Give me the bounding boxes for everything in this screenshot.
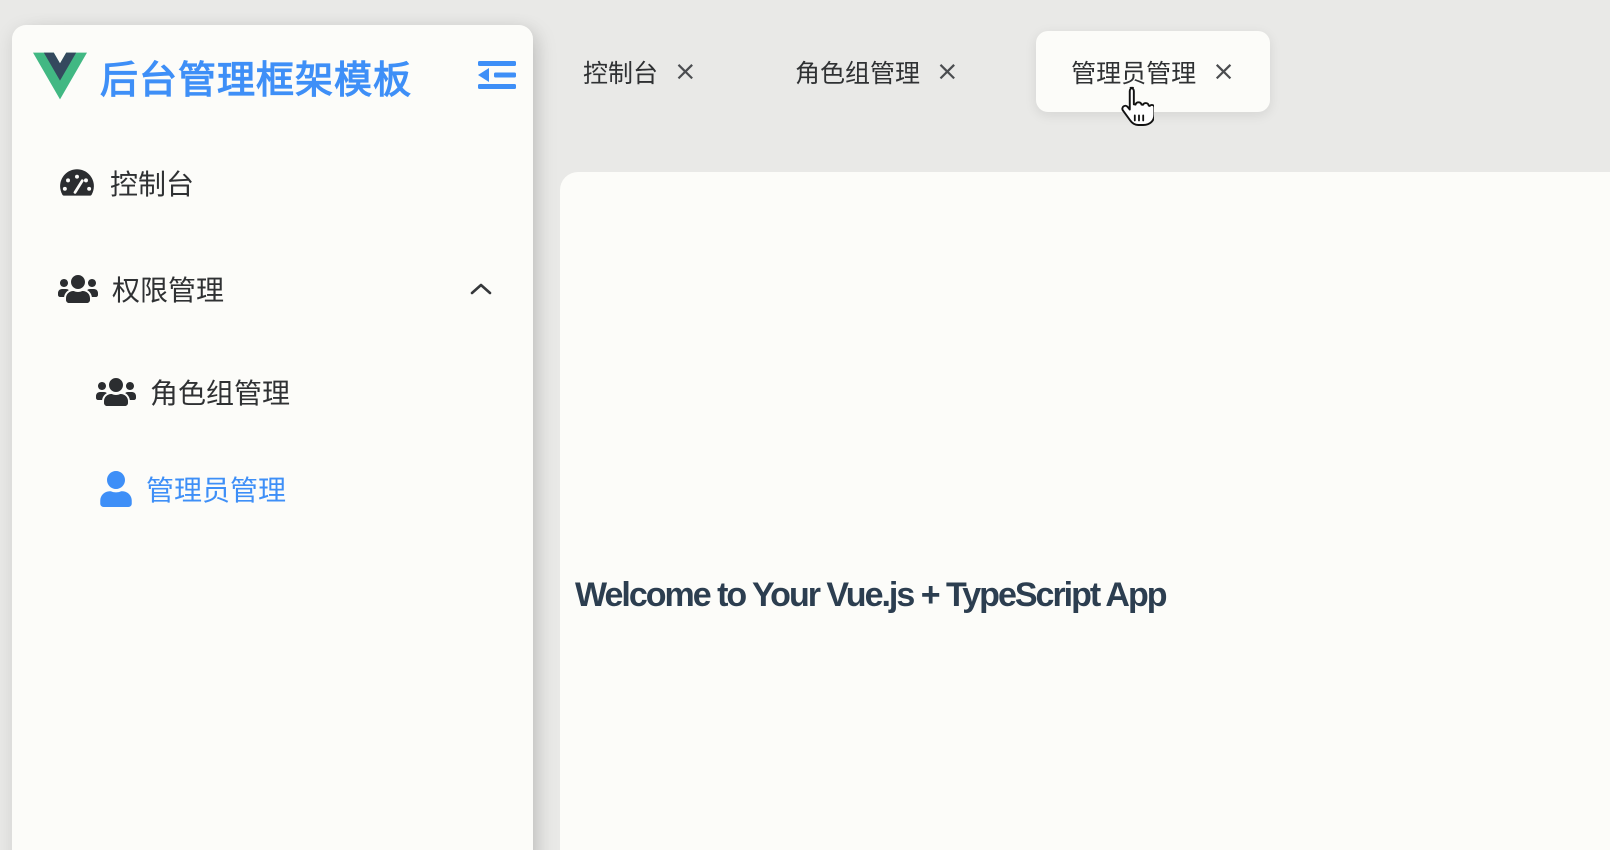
users-icon <box>96 376 136 408</box>
sidebar-item-admins[interactable]: 管理员管理 <box>100 459 533 519</box>
tab-label: 角色组管理 <box>795 59 921 88</box>
chevron-up-icon <box>470 283 492 295</box>
tab-label: 控制台 <box>583 59 659 88</box>
sidebar-collapse-button[interactable] <box>478 61 516 89</box>
sidebar-item-dashboard[interactable]: 控制台 <box>58 153 533 213</box>
app-window: 后台管理框架模板 控制台 权限管理 角色组管理 管理员管理 控制台 × 角色组管… <box>0 0 1610 850</box>
tab-dashboard[interactable]: 控制台 × <box>583 31 697 112</box>
vue-logo-icon <box>33 52 87 100</box>
tab-label: 管理员管理 <box>1071 59 1197 88</box>
sidebar: 后台管理框架模板 控制台 权限管理 角色组管理 管理员管理 <box>12 25 533 850</box>
tab-role-groups[interactable]: 角色组管理 × <box>795 31 959 112</box>
sidebar-item-label: 角色组管理 <box>150 378 291 409</box>
sidebar-item-label: 权限管理 <box>112 275 225 306</box>
sidebar-item-permissions[interactable]: 权限管理 <box>58 259 533 319</box>
sidebar-item-label: 管理员管理 <box>146 475 287 506</box>
sidebar-item-role-groups[interactable]: 角色组管理 <box>96 362 533 422</box>
sidebar-header: 后台管理框架模板 <box>12 25 533 127</box>
main-content-panel: Welcome to Your Vue.js + TypeScript App <box>560 172 1610 850</box>
close-icon[interactable]: × <box>1212 58 1235 85</box>
user-icon <box>100 471 132 507</box>
welcome-heading: Welcome to Your Vue.js + TypeScript App <box>575 576 1167 614</box>
users-icon <box>58 273 98 305</box>
app-title: 后台管理框架模板 <box>100 59 413 102</box>
fold-icon <box>478 61 516 89</box>
sidebar-item-label: 控制台 <box>110 169 195 200</box>
close-icon[interactable]: × <box>674 58 697 85</box>
close-icon[interactable]: × <box>936 58 959 85</box>
tab-admins[interactable]: 管理员管理 × <box>1036 31 1270 112</box>
gauge-icon <box>58 166 96 200</box>
